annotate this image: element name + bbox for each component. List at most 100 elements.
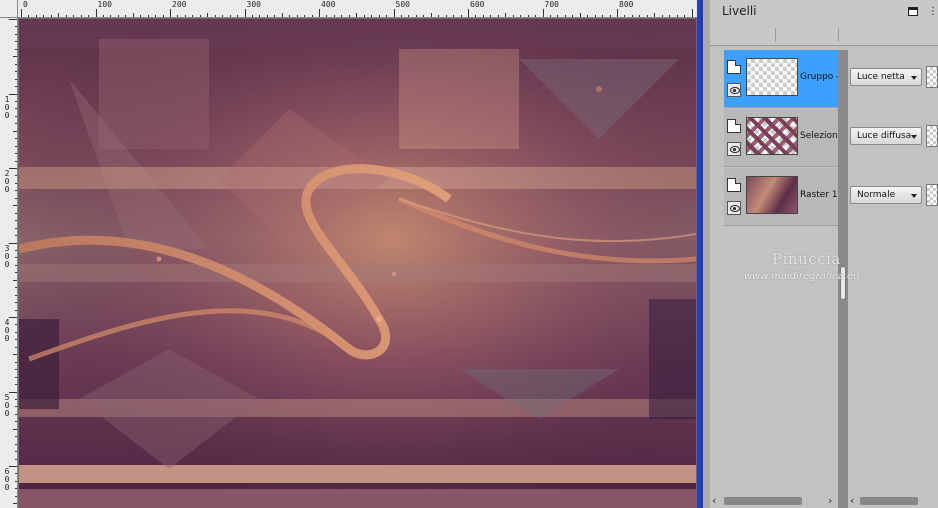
- ruler-tick: [15, 41, 17, 43]
- ruler-tick: [326, 15, 328, 17]
- ruler-tick: [15, 249, 17, 251]
- ruler-tick: [15, 443, 17, 445]
- ruler-tick: [15, 86, 17, 88]
- ruler-tick: [468, 9, 469, 17]
- ruler-tick: [15, 220, 17, 222]
- scrollbar-thumb[interactable]: [860, 497, 918, 505]
- ruler-tick: [15, 197, 17, 199]
- ruler-tick: [438, 15, 440, 17]
- layer-opacity-swatch[interactable]: [926, 125, 938, 147]
- layer-row-raster-1[interactable]: Raster 1: [724, 168, 840, 226]
- ruler-tick: [639, 15, 641, 17]
- ruler-tick: [15, 212, 17, 214]
- ruler-tick: [15, 264, 17, 266]
- ruler-tick: [199, 15, 201, 17]
- ruler-tick: [15, 78, 17, 80]
- ruler-tick: [132, 13, 134, 17]
- ruler-label: 600: [470, 0, 485, 9]
- ruler-tick: [184, 15, 186, 17]
- layer-row-selezione[interactable]: Selezione: [724, 109, 844, 167]
- ruler-tick: [15, 451, 17, 453]
- ruler-tick: [9, 242, 17, 244]
- ruler-tick: [304, 15, 306, 17]
- layers-horizontal-scrollbar[interactable]: ‹ ›: [710, 494, 838, 508]
- dropdown-arrow-icon: [911, 194, 917, 198]
- ruler-tick: [15, 153, 17, 155]
- ruler-tick: [617, 9, 618, 17]
- ruler-tick: [535, 15, 537, 17]
- ruler-tick: [43, 15, 45, 17]
- scroll-left-icon[interactable]: ‹: [712, 494, 716, 507]
- ruler-tick: [15, 346, 17, 348]
- visibility-eye-icon[interactable]: [727, 142, 741, 156]
- ruler-tick: [9, 168, 17, 169]
- ruler-tick: [319, 9, 320, 17]
- image-canvas[interactable]: [19, 19, 696, 508]
- blend-horizontal-scrollbar[interactable]: ‹: [848, 494, 938, 508]
- ruler-tick: [237, 15, 239, 17]
- ruler-label: 300: [246, 0, 261, 9]
- ruler-tick: [9, 19, 17, 20]
- layer-row-gruppo[interactable]: Gruppo -: [724, 50, 840, 108]
- ruler-tick: [15, 287, 17, 289]
- ruler-tick: [95, 9, 97, 17]
- ruler-tick: [482, 15, 484, 17]
- ruler-tick: [430, 13, 432, 17]
- ruler-tick: [15, 339, 17, 341]
- blend-mode-value: Luce diffusa: [857, 131, 912, 141]
- panel-divider[interactable]: [700, 0, 710, 508]
- layer-opacity-swatch[interactable]: [926, 66, 938, 88]
- layer-doc-icon[interactable]: [727, 178, 741, 192]
- scroll-right-icon[interactable]: ›: [828, 494, 832, 507]
- ruler-tick: [9, 317, 17, 318]
- ruler-corner: [0, 0, 18, 18]
- layers-list: Gruppo - Selezione Raster 1: [724, 50, 844, 226]
- ruler-tick: [684, 15, 686, 17]
- ruler-tick: [15, 398, 17, 400]
- ruler-tick: [348, 15, 350, 17]
- visibility-eye-icon[interactable]: [727, 83, 741, 97]
- ruler-tick: [579, 13, 581, 17]
- ruler-tick: [15, 115, 17, 117]
- ruler-tick: [15, 272, 17, 274]
- ruler-tick: [408, 15, 410, 17]
- ruler-label: 100: [97, 0, 112, 9]
- ruler-tick: [65, 15, 67, 17]
- ruler-tick: [15, 324, 17, 326]
- ruler-label: 3 0 0: [4, 243, 10, 269]
- scroll-left-icon[interactable]: ‹: [850, 494, 854, 507]
- visibility-eye-icon[interactable]: [727, 201, 741, 215]
- ruler-tick: [445, 15, 447, 17]
- ruler-tick: [15, 175, 17, 177]
- layers-toolbar: [710, 26, 938, 46]
- ruler-tick: [229, 15, 231, 17]
- ruler-tick: [162, 15, 164, 17]
- ruler-tick: [15, 235, 17, 237]
- scrollbar-thumb[interactable]: [724, 497, 802, 505]
- ruler-tick: [654, 13, 656, 17]
- ruler-label: 400: [321, 0, 336, 9]
- layer-group-icon[interactable]: [727, 60, 741, 74]
- ruler-tick: [13, 130, 17, 132]
- panel-maximize-icon[interactable]: [908, 7, 918, 16]
- blend-mode-value: Luce netta: [857, 72, 905, 82]
- panel-more-icon[interactable]: ⋮: [928, 7, 938, 17]
- ruler-tick: [15, 331, 17, 333]
- ruler-tick: [333, 15, 335, 17]
- layer-doc-icon[interactable]: [727, 119, 741, 133]
- dropdown-arrow-icon: [911, 76, 917, 80]
- ruler-tick: [15, 413, 17, 415]
- blend-mode-select[interactable]: Luce diffusa: [850, 127, 922, 145]
- layer-name: Selezione: [800, 131, 844, 141]
- ruler-label: 6 0 0: [4, 467, 10, 492]
- ruler-tick: [624, 15, 626, 17]
- blend-mode-select[interactable]: Luce netta: [850, 68, 922, 86]
- ruler-tick: [661, 15, 663, 17]
- ruler-tick: [140, 15, 142, 17]
- ruler-tick: [170, 9, 171, 17]
- blend-mode-select[interactable]: Normale: [850, 186, 922, 204]
- ruler-label: 800: [619, 0, 634, 9]
- ruler-tick: [609, 15, 611, 17]
- ruler-tick: [356, 13, 358, 17]
- layer-opacity-swatch[interactable]: [926, 184, 938, 206]
